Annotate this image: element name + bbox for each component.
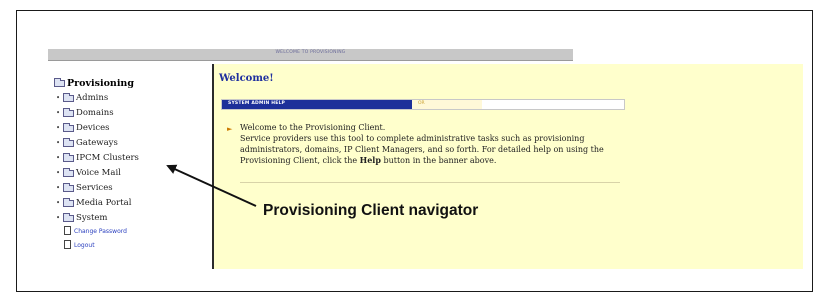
folder-icon <box>63 212 74 222</box>
folder-icon <box>63 152 74 162</box>
nav-item-label: Domains <box>76 108 114 118</box>
expand-icon[interactable]: • <box>56 124 61 132</box>
help-keyword: Help <box>359 155 381 165</box>
nav-item-media-portal[interactable]: • Media Portal <box>56 197 132 208</box>
nav-item-label: Devices <box>76 123 110 133</box>
nav-item-label: System <box>76 213 108 223</box>
nav-item-label: IPCM Clusters <box>76 153 139 163</box>
nav-item-services[interactable]: • Services <box>56 182 113 193</box>
help-tab[interactable]: SYSTEM ADMIN HELP <box>222 100 412 109</box>
navigator-pane: Provisioning • Admins • Domains • Device… <box>36 72 212 269</box>
expand-icon[interactable]: • <box>56 109 61 117</box>
nav-root-label: Provisioning <box>67 78 134 89</box>
document-icon <box>64 240 71 249</box>
nav-item-devices[interactable]: • Devices <box>56 122 110 133</box>
top-banner: WELCOME TO PROVISIONING <box>48 49 573 61</box>
text-fragment: button in the banner above. <box>380 156 497 165</box>
callout-caption: Provisioning Client navigator <box>263 202 479 219</box>
nav-item-admins[interactable]: • Admins <box>56 92 109 103</box>
nav-item-label: Gateways <box>76 138 118 148</box>
welcome-line: Welcome to the Provisioning Client. <box>240 123 386 132</box>
content-pane: Welcome! SYSTEM ADMIN HELP OR ► Welcome … <box>214 64 803 269</box>
welcome-line: Provisioning Client, click the Help butt… <box>240 155 620 166</box>
nav-item-label: Admins <box>76 93 109 103</box>
folder-icon <box>63 182 74 192</box>
folder-icon <box>54 78 65 87</box>
nav-root-provisioning[interactable]: Provisioning <box>54 78 134 89</box>
bullet-arrow-icon: ► <box>227 125 233 133</box>
change-password-link[interactable]: Change Password <box>64 226 127 235</box>
nav-item-label: Media Portal <box>76 198 132 208</box>
help-bar-middle: OR <box>412 100 482 109</box>
folder-icon <box>63 167 74 177</box>
help-tab-label: SYSTEM ADMIN HELP <box>228 101 286 106</box>
nav-item-ipcm-clusters[interactable]: • IPCM Clusters <box>56 152 139 163</box>
content-divider <box>240 182 620 183</box>
expand-icon[interactable]: • <box>56 169 61 177</box>
nav-item-gateways[interactable]: • Gateways <box>56 137 118 148</box>
nav-item-label: Services <box>76 183 113 193</box>
nav-item-label: Voice Mail <box>76 168 121 178</box>
nav-item-system[interactable]: • System <box>56 212 108 223</box>
expand-icon[interactable]: • <box>56 139 61 147</box>
nav-item-voice-mail[interactable]: • Voice Mail <box>56 167 121 178</box>
help-mid-label: OR <box>418 101 425 106</box>
folder-icon <box>63 197 74 207</box>
text-fragment: Provisioning Client, click the <box>240 156 360 165</box>
expand-icon[interactable]: • <box>56 199 61 207</box>
help-bar: SYSTEM ADMIN HELP OR <box>221 99 625 110</box>
page-title: Welcome! <box>219 73 274 84</box>
folder-icon <box>63 122 74 132</box>
welcome-line: administrators, domains, IP Client Manag… <box>240 145 604 154</box>
link-label: Change Password <box>74 228 127 235</box>
banner-title: WELCOME TO PROVISIONING <box>275 50 346 55</box>
link-label: Logout <box>74 242 95 249</box>
folder-icon <box>63 107 74 117</box>
expand-icon[interactable]: • <box>56 184 61 192</box>
welcome-line: Service providers use this tool to compl… <box>240 134 585 143</box>
expand-icon[interactable]: • <box>56 94 61 102</box>
nav-item-domains[interactable]: • Domains <box>56 107 114 118</box>
expand-icon[interactable]: • <box>56 214 61 222</box>
folder-icon <box>63 137 74 147</box>
folder-icon <box>63 92 74 102</box>
document-icon <box>64 226 71 235</box>
welcome-text: Welcome to the Provisioning Client. Serv… <box>240 122 620 166</box>
logout-link[interactable]: Logout <box>64 240 95 249</box>
expand-icon[interactable]: • <box>56 154 61 162</box>
